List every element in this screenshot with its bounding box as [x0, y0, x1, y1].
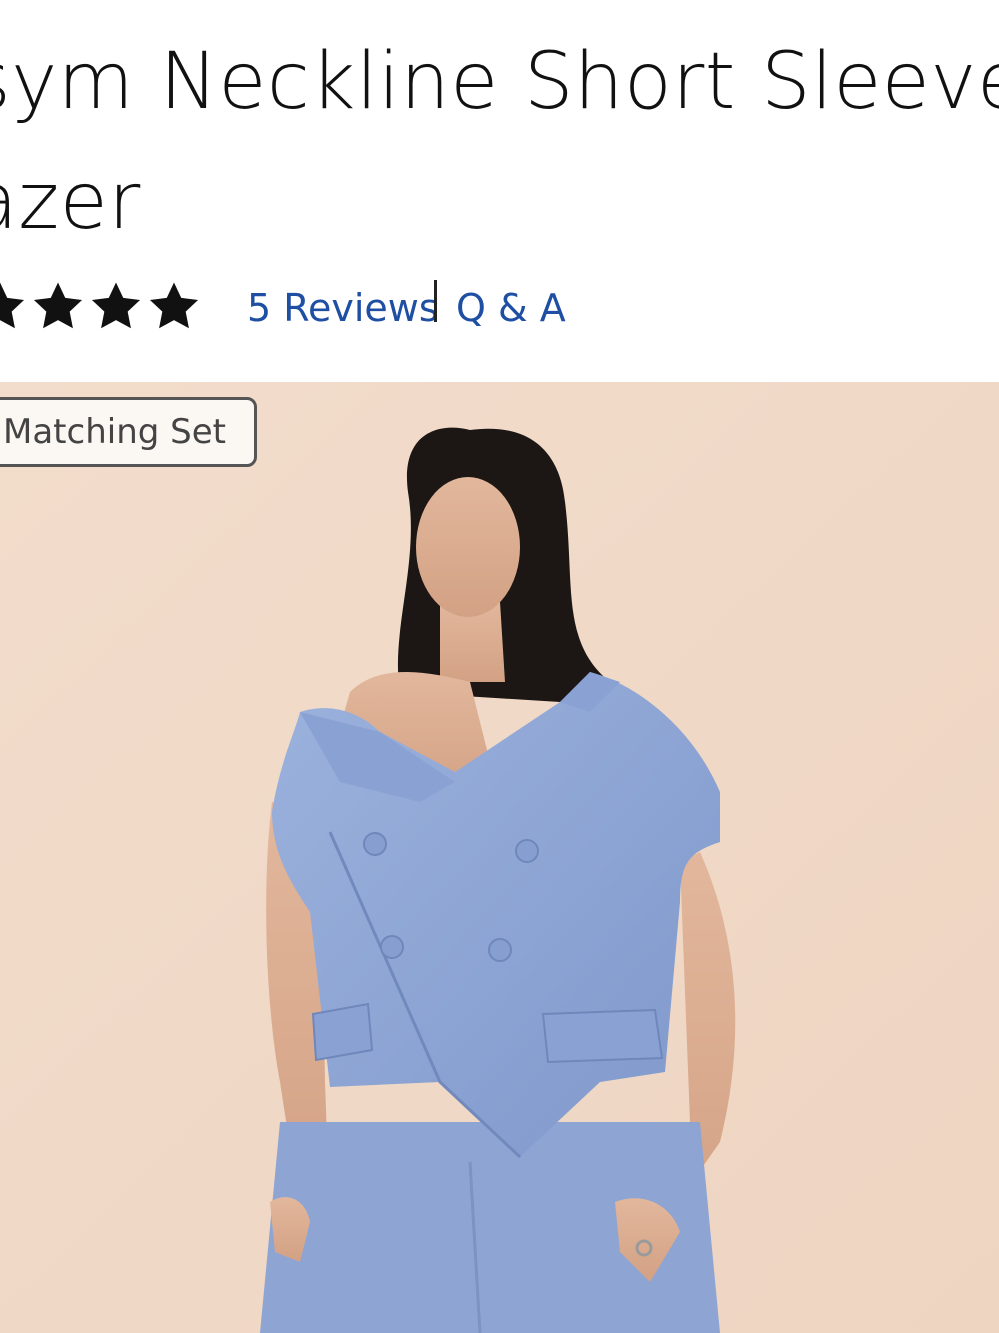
product-title-line-1: sym Neckline Short Sleeve: [0, 37, 999, 127]
star-icon: [146, 279, 202, 335]
star-icon: [0, 279, 28, 335]
product-page: sym Neckline Short Sleeve azer 5 Reviews…: [0, 0, 999, 1333]
star-icon: [88, 279, 144, 335]
link-divider: [434, 280, 437, 322]
reviews-link[interactable]: 5 Reviews: [247, 286, 439, 330]
product-title: sym Neckline Short Sleeve azer: [0, 22, 999, 262]
qa-link[interactable]: Q & A: [456, 286, 566, 330]
star-icon: [30, 279, 86, 335]
product-title-line-2: azer: [0, 157, 141, 247]
star-rating[interactable]: [0, 272, 204, 342]
product-image[interactable]: Matching Set: [0, 382, 999, 1333]
model-photo: [0, 382, 999, 1333]
matching-set-badge[interactable]: Matching Set: [0, 397, 257, 467]
